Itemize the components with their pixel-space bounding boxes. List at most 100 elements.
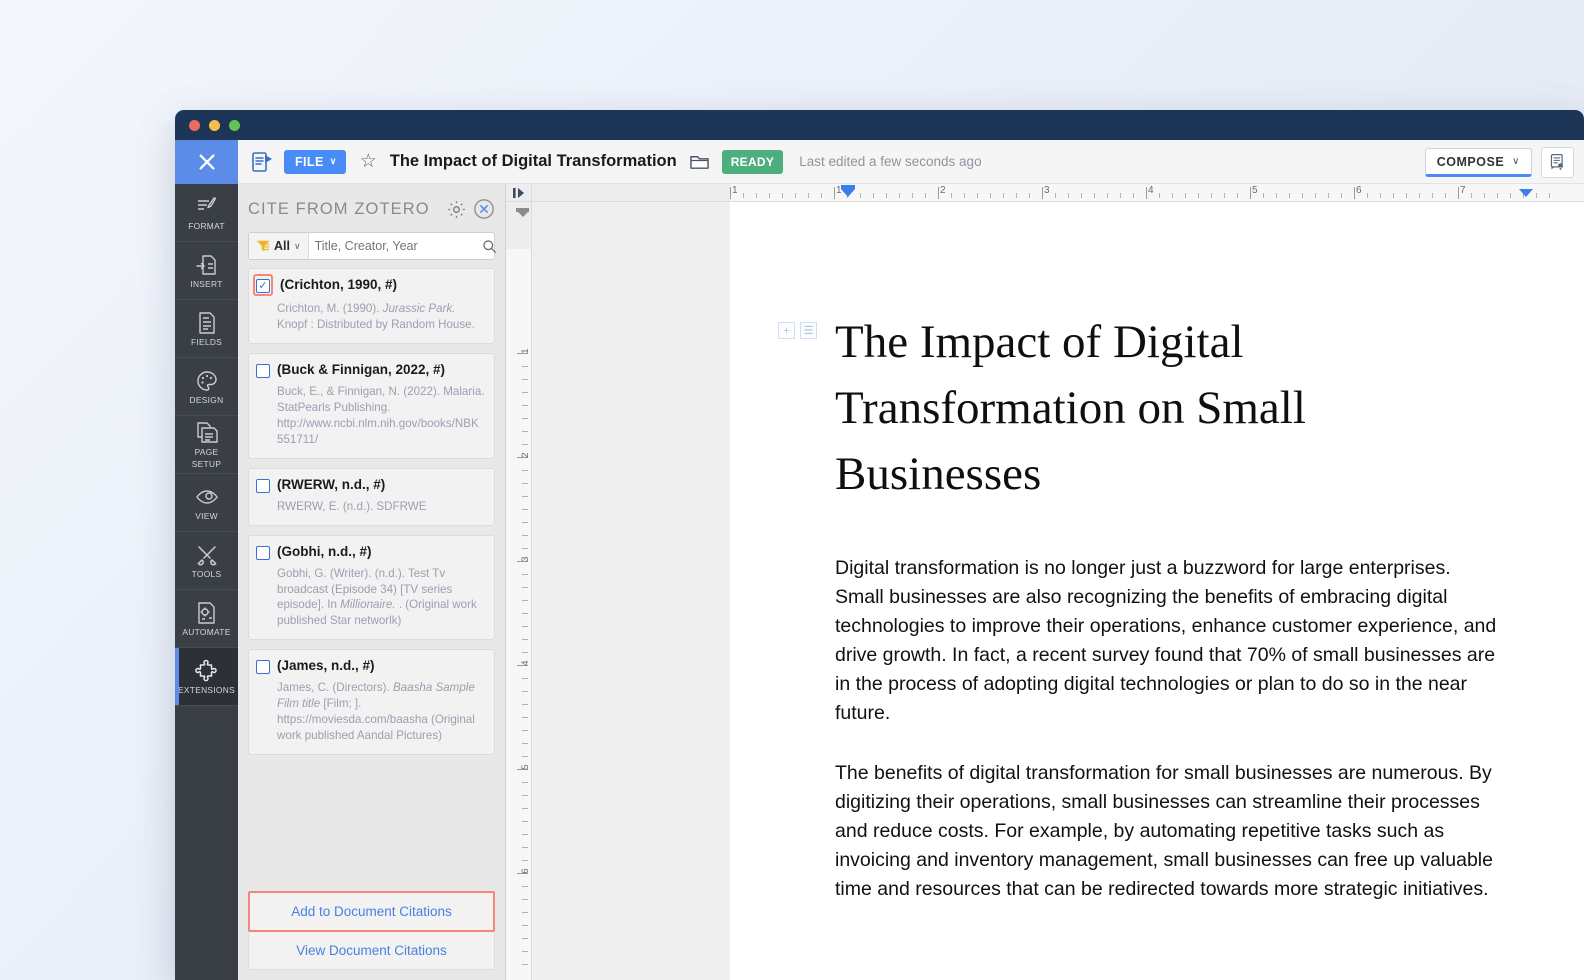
sidebar-item-view[interactable]: VIEW [175,474,238,532]
ruler-number: 4 [1148,185,1154,196]
list-item[interactable]: (James, n.d., #) James, C. (Directors). … [248,649,495,756]
ruler-number: 2 [519,452,531,458]
citation-checkbox[interactable] [256,660,270,675]
window-minimize-dot[interactable] [209,119,220,131]
ruler-tick [1133,193,1134,198]
block-options-icon[interactable]: ☰ [800,322,817,339]
sidebar-item-label: VIEW [195,510,218,521]
view-document-citations-button[interactable]: View Document Citations [248,932,495,970]
document-canvas[interactable]: + ☰ The Impact of Digital Transformation… [532,202,1584,980]
ruler-toggle-button[interactable] [506,184,532,201]
citation-reference: RWERW, E. (n.d.). SDFRWE [277,499,427,513]
open-folder-button[interactable] [689,152,710,171]
citation-reference: James, C. (Directors). Baasha Sample Fil… [277,681,475,743]
ruler-tick [522,652,528,653]
ruler-tick [1367,193,1368,198]
chevron-down-icon: ∨ [329,156,337,166]
window-maximize-dot[interactable] [229,119,240,131]
document-title[interactable]: The Impact of Digital Transformation [390,152,677,171]
citation-checkbox[interactable]: ✓ [256,279,270,293]
compose-label: COMPOSE [1436,154,1505,169]
document-paragraph[interactable]: Digital transformation is no longer just… [835,554,1504,728]
ruler-tick [1276,193,1277,198]
document-page[interactable]: + ☰ The Impact of Digital Transformation… [730,202,1584,980]
citation-checkbox[interactable] [256,478,270,493]
horizontal-ruler[interactable]: 11234567 [532,184,1584,201]
puzzle-piece-icon [194,659,217,681]
sidebar-item-automate[interactable]: AUTOMATE [175,590,238,648]
sidebar-item-insert[interactable]: INSERT [175,242,238,300]
document-mode-button[interactable] [250,150,274,174]
ruler-tick [1471,193,1472,198]
list-item[interactable]: ✓ (Crichton, 1990, #) Crichton, M. (1990… [248,268,495,344]
ruler-number: 5 [519,764,531,770]
citation-list[interactable]: ✓ (Crichton, 1990, #) Crichton, M. (1990… [238,268,505,891]
ruler-tick [1198,193,1199,198]
ruler-tick [1380,193,1381,198]
ruler-tick [938,187,939,199]
citation-label: (RWERW, n.d., #) [277,476,386,492]
citation-label: (Buck & Finnigan, 2022, #) [277,361,446,377]
list-item[interactable]: (Gobhi, n.d., #) Gobhi, G. (Writer). (n.… [248,534,495,641]
ruler-tick [522,379,528,380]
filter-dropdown[interactable]: All ∨ [249,233,309,259]
close-circle-icon [474,199,494,219]
citation-checkbox[interactable] [256,545,270,560]
list-item[interactable]: (Buck & Finnigan, 2022, #) Buck, E., & F… [248,352,495,459]
sidebar-item-page-setup[interactable]: PAGE SETUP [175,416,238,474]
ruler-tick [1341,193,1342,198]
sidebar-item-design[interactable]: DESIGN [175,358,238,416]
ruler-tick [1302,193,1303,198]
sidebar-item-tools[interactable]: TOOLS [175,532,238,590]
ruler-tick [951,193,952,198]
citation-checkbox[interactable] [256,363,270,378]
sidebar-item-label: EXTENSIONS [178,684,235,695]
folder-icon [689,156,709,169]
page-title[interactable]: The Impact of Digital Transformation on … [835,310,1434,507]
right-indent-marker[interactable] [1519,189,1533,197]
ruler-tick [1094,193,1095,198]
window-close-dot[interactable] [189,119,200,131]
document-paragraph[interactable]: The benefits of digital transformation f… [835,759,1504,904]
add-to-document-citations-button[interactable]: Add to Document Citations [248,891,495,932]
horizontal-ruler-row: 11234567 [506,184,1584,202]
ruler-tick [522,743,528,744]
file-menu-button[interactable]: FILE ∨ [284,149,346,174]
close-document-button[interactable] [175,139,238,184]
settings-button[interactable] [446,199,467,220]
ruler-tick [1029,193,1030,198]
ruler-number: 1 [519,348,531,354]
ruler-tick [1432,193,1433,198]
ruler-tick [1068,193,1069,198]
favorite-star-button[interactable]: ☆ [360,152,377,171]
top-margin-marker[interactable] [516,208,529,217]
ruler-tick [964,193,965,198]
ruler-tick [756,193,757,198]
sidebar-item-format[interactable]: FORMAT [175,184,238,242]
search-input[interactable] [308,233,482,259]
left-indent-marker[interactable] [841,185,855,197]
editor-area: 11234567 123456 + ☰ The Impact of Digita… [506,184,1584,980]
vertical-ruler[interactable]: 1 2 3 4 5 6 [506,202,532,980]
ruler-tick [522,535,528,536]
ruler-number: 1 [732,185,738,196]
ruler-tick [782,193,783,198]
tools-wrench-icon [196,545,217,566]
list-item[interactable]: (RWERW, n.d., #) RWERW, E. (n.d.). SDFRW… [248,467,495,526]
ruler-tick [522,418,528,419]
sidebar-item-extensions[interactable]: EXTENSIONS [175,648,238,706]
notifications-button[interactable] [1541,146,1574,178]
citation-reference: Gobhi, G. (Writer). (n.d.). Test Tv broa… [277,566,477,628]
ruler-tick [1393,193,1394,198]
compose-mode-button[interactable]: COMPOSE ∨ [1424,147,1532,177]
ruler-tick [522,691,528,692]
ruler-tick [1016,193,1017,198]
close-panel-button[interactable] [473,198,495,220]
add-block-icon[interactable]: + [778,322,795,339]
ruler-tick [1120,193,1121,198]
citation-label: (James, n.d., #) [277,658,375,674]
search-button[interactable] [482,233,505,259]
sidebar-item-fields[interactable]: FIELDS [175,300,238,358]
ruler-number: 7 [1460,185,1466,196]
sidebar-item-label: FIELDS [190,336,223,347]
